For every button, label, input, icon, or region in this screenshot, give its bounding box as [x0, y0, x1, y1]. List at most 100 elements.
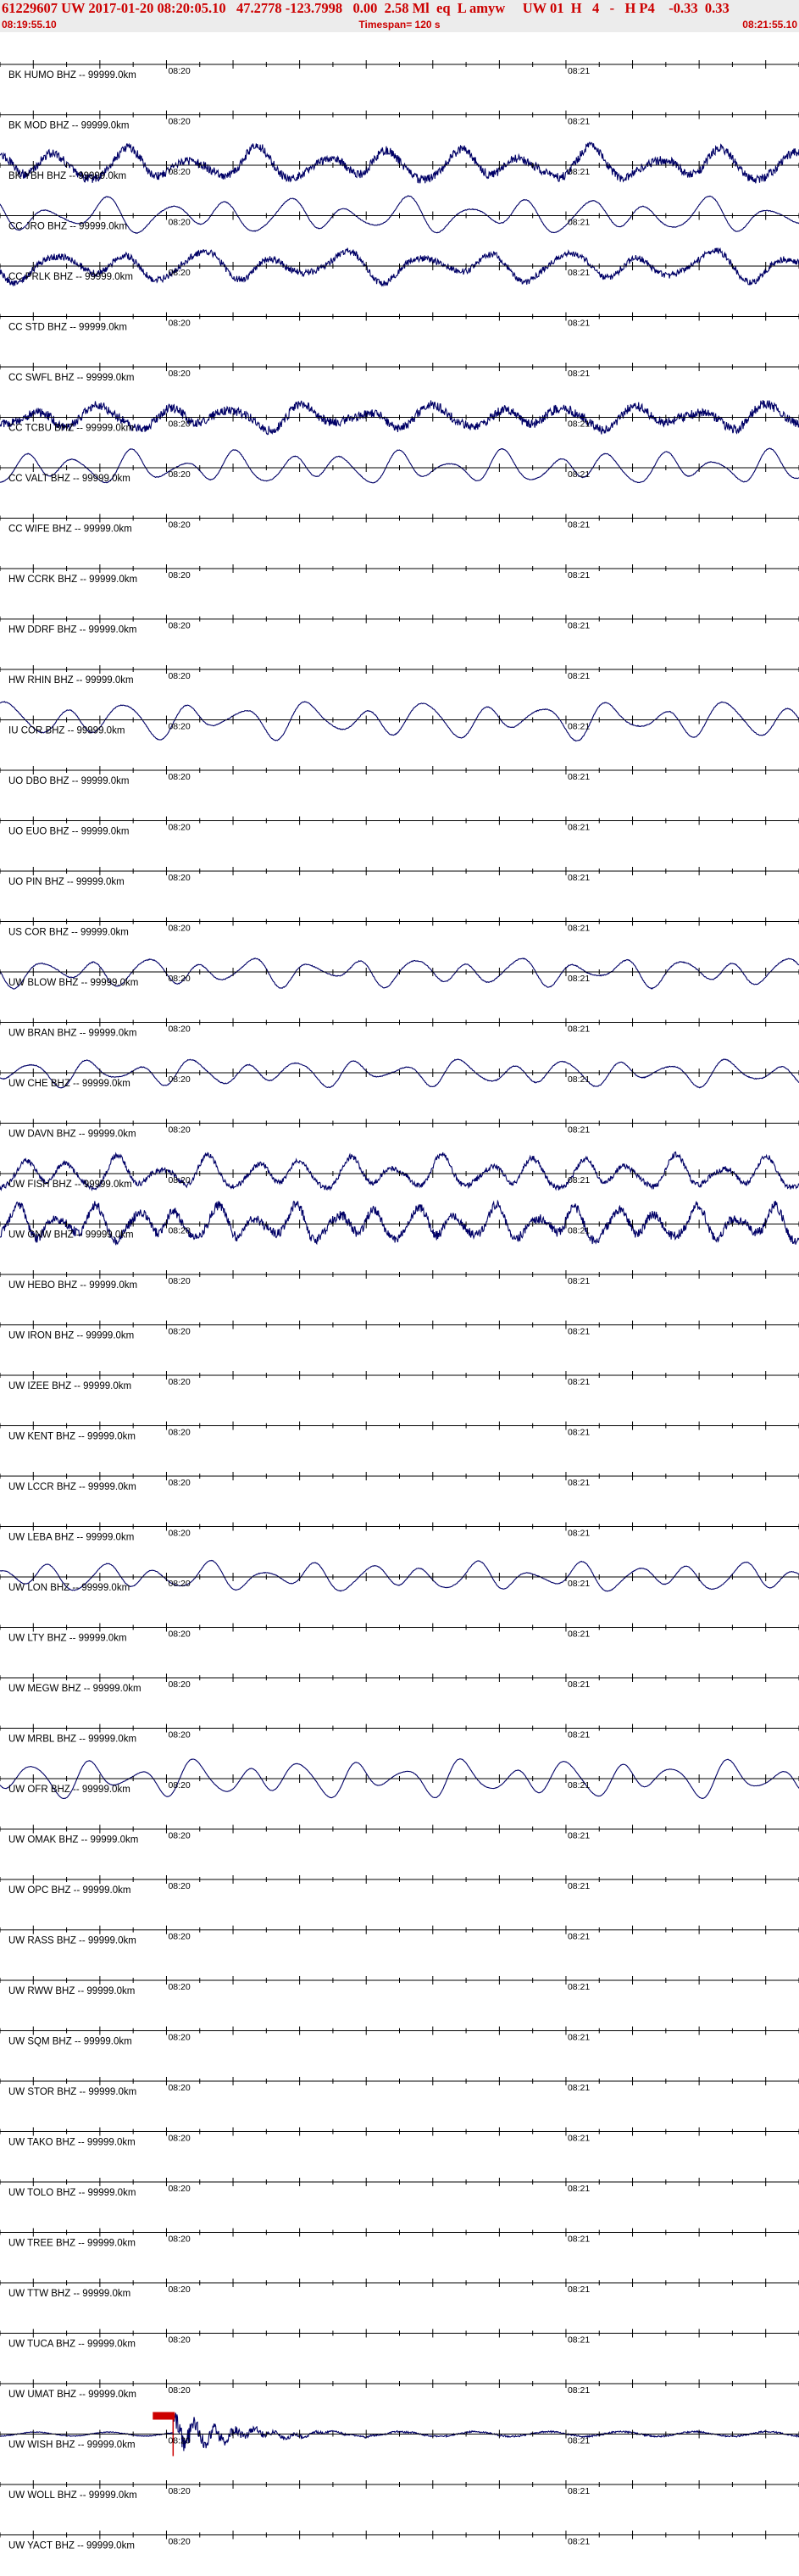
time-tick-label: 08:20: [168, 1327, 190, 1337]
time-tick-label: 08:21: [568, 2285, 590, 2295]
time-tick-label: 08:21: [568, 2537, 590, 2547]
time-tick-label: 08:20: [168, 2033, 190, 2043]
time-tick-label: 08:21: [568, 2184, 590, 2194]
time-tick-label: 08:21: [568, 924, 590, 934]
time-tick-label: 08:21: [568, 1982, 590, 1992]
time-tick-label: 08:21: [568, 1679, 590, 1690]
time-tick-label: 08:20: [168, 1730, 190, 1740]
time-tick-label: 08:20: [168, 319, 190, 329]
station-label: CC SWFL BHZ -- 99999.0km: [8, 373, 134, 383]
time-tick-label: 08:20: [168, 1831, 190, 1841]
time-tick-label: 08:21: [568, 520, 590, 530]
time-tick-label: 08:20: [168, 369, 190, 379]
channel-row: UW LEBA BHZ -- 99999.0km 08:20 08:21: [0, 1522, 799, 1543]
station-label: UW DAVN BHZ -- 99999.0km: [8, 1130, 136, 1140]
station-label: CC STD BHZ -- 99999.0km: [8, 323, 127, 333]
time-tick-label: 08:21: [568, 117, 590, 127]
time-tick-label: 08:21: [568, 2486, 590, 2496]
time-tick-label: 08:21: [568, 1226, 590, 1236]
station-label: CC VALT BHZ -- 99999.0km: [8, 474, 130, 484]
time-tick-label: 08:20: [168, 974, 190, 984]
time-tick-label: 08:20: [168, 1377, 190, 1387]
time-tick-label: 08:20: [168, 2235, 190, 2245]
time-tick-label: 08:20: [168, 2335, 190, 2346]
channel-row: UW LCCR BHZ -- 99999.0km 08:20 08:21: [0, 1472, 799, 1492]
time-tick-label: 08:21: [568, 772, 590, 782]
station-label: UW IRON BHZ -- 99999.0km: [8, 1331, 134, 1341]
time-tick-label: 08:20: [168, 1629, 190, 1640]
time-tick-label: 08:21: [568, 1629, 590, 1640]
channel-row: UW KENT BHZ -- 99999.0km 08:20 08:21: [0, 1421, 799, 1442]
channel-row: UW OMAK BHZ -- 99999.0km 08:20 08:21: [0, 1824, 799, 1846]
time-tick-label: 08:21: [568, 2436, 590, 2446]
time-tick-label: 08:21: [568, 1932, 590, 1942]
channel-row: UW GNW BHZ -- 99999.0km 08:20 08:21: [0, 1199, 799, 1246]
station-label: UW RWW BHZ -- 99999.0km: [8, 1986, 135, 1996]
station-label: UW TAKO BHZ -- 99999.0km: [8, 2138, 136, 2148]
time-tick-label: 08:21: [568, 621, 590, 631]
station-label: US COR BHZ -- 99999.0km: [8, 928, 129, 938]
time-tick-label: 08:21: [568, 722, 590, 732]
station-label: UW TOLO BHZ -- 99999.0km: [8, 2188, 136, 2198]
channel-row: UW TOLO BHZ -- 99999.0km 08:20 08:21: [0, 2178, 799, 2198]
station-label: BK HUMO BHZ -- 99999.0km: [8, 70, 136, 80]
channel-row: CC PRLK BHZ -- 99999.0km 08:20 08:21: [0, 247, 799, 287]
channel-row: CC TCBU BHZ -- 99999.0km 08:20 08:21: [0, 400, 799, 436]
time-tick-label: 08:20: [168, 2285, 190, 2295]
phase-pick-marker: [153, 2412, 175, 2420]
time-tick-label: 08:21: [568, 1327, 590, 1337]
time-tick-label: 08:21: [568, 1881, 590, 1891]
station-label: UW SQM BHZ -- 99999.0km: [8, 2037, 132, 2047]
event-header: 61229607 UW 2017-01-20 08:20:05.10 47.27…: [0, 0, 799, 32]
time-tick-label: 08:21: [568, 419, 590, 430]
time-tick-label: 08:20: [168, 1478, 190, 1488]
channel-row: UW RWW BHZ -- 99999.0km 08:20 08:21: [0, 1976, 799, 1996]
channel-row: US COR BHZ -- 99999.0km 08:20 08:21: [0, 917, 799, 938]
time-tick-label: 08:20: [168, 621, 190, 631]
channel-row: UW OPC BHZ -- 99999.0km 08:20 08:21: [0, 1875, 799, 1896]
time-tick-label: 08:21: [568, 974, 590, 984]
time-tick-label: 08:20: [168, 823, 190, 833]
station-label: UW TUCA BHZ -- 99999.0km: [8, 2340, 136, 2350]
time-tick-label: 08:20: [168, 1074, 190, 1085]
time-tick-label: 08:21: [568, 1428, 590, 1438]
time-tick-label: 08:20: [168, 2436, 190, 2446]
time-tick-label: 08:20: [168, 1276, 190, 1286]
time-tick-label: 08:21: [568, 570, 590, 580]
time-tick-label: 08:20: [168, 1226, 190, 1236]
time-tick-label: 08:21: [568, 268, 590, 278]
time-tick-label: 08:20: [168, 2134, 190, 2144]
channel-row: UW IRON BHZ -- 99999.0km 08:20 08:21: [0, 1320, 799, 1341]
station-label: UW BRAN BHZ -- 99999.0km: [8, 1029, 136, 1039]
channel-row: UW CHE BHZ -- 99999.0km 08:20 08:21: [0, 1058, 799, 1089]
station-label: BK MOD BHZ -- 99999.0km: [8, 121, 130, 131]
channel-row: UW FISH BHZ -- 99999.0km 08:20 08:21: [0, 1151, 799, 1191]
event-title: 61229607 UW 2017-01-20 08:20:05.10 47.27…: [2, 0, 730, 16]
time-tick-label: 08:20: [168, 2083, 190, 2093]
channel-row: CC SWFL BHZ -- 99999.0km 08:20 08:21: [0, 363, 799, 383]
station-label: UW CHE BHZ -- 99999.0km: [8, 1079, 130, 1089]
station-label: UW LTY BHZ -- 99999.0km: [8, 1634, 127, 1644]
time-tick-label: 08:20: [168, 1175, 190, 1185]
station-label: CC PRLK BHZ -- 99999.0km: [8, 272, 133, 282]
station-label: HW DDRF BHZ -- 99999.0km: [8, 625, 136, 636]
station-label: UW STOR BHZ -- 99999.0km: [8, 2087, 136, 2097]
channel-row: CC STD BHZ -- 99999.0km 08:20 08:21: [0, 312, 799, 333]
channel-row: UW OFR BHZ -- 99999.0km 08:20 08:21: [0, 1757, 799, 1800]
station-label: UW WOLL BHZ -- 99999.0km: [8, 2490, 137, 2501]
channel-row: UO DBO BHZ -- 99999.0km 08:20 08:21: [0, 766, 799, 786]
channel-row: CC JRO BHZ -- 99999.0km 08:20 08:21: [0, 195, 799, 235]
station-label: UW BLOW BHZ -- 99999.0km: [8, 978, 138, 988]
station-label: CC TCBU BHZ -- 99999.0km: [8, 424, 134, 434]
channel-row: UW TTW BHZ -- 99999.0km 08:20 08:21: [0, 2279, 799, 2299]
time-tick-label: 08:21: [568, 873, 590, 883]
time-tick-label: 08:21: [568, 1478, 590, 1488]
channel-row: BK YBH BHZ -- 99999.0km 08:20 08:21: [0, 142, 799, 184]
channel-row: UO PIN BHZ -- 99999.0km 08:20 08:21: [0, 867, 799, 887]
time-tick-label: 08:21: [568, 2134, 590, 2144]
time-tick-label: 08:21: [568, 1579, 590, 1589]
time-tick-label: 08:21: [568, 218, 590, 228]
station-label: UW FISH BHZ -- 99999.0km: [8, 1180, 132, 1190]
station-label: UW HEBO BHZ -- 99999.0km: [8, 1280, 137, 1291]
time-tick-label: 08:20: [168, 1579, 190, 1589]
